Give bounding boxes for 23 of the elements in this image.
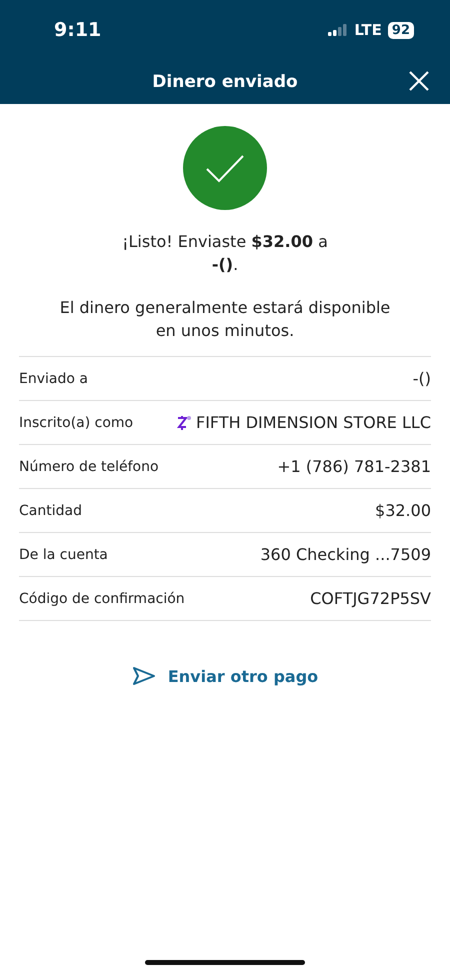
checkmark-icon xyxy=(183,126,267,210)
status-time: 9:11 xyxy=(54,19,102,41)
availability-note: El dinero generalmente estará disponible en unos minutos. xyxy=(58,297,392,342)
detail-label: Inscrito(a) como xyxy=(19,414,134,430)
success-message: ¡Listo! Enviaste $32.00 a -(). xyxy=(121,231,329,276)
detail-value: FIFTH DIMENSION STORE LLC xyxy=(196,413,431,432)
detail-label: Enviado a xyxy=(19,370,88,386)
send-another-payment-link[interactable]: Enviar otro pago xyxy=(126,665,324,687)
battery-level: 92 xyxy=(388,22,414,38)
detail-value: 360 Checking ...7509 xyxy=(260,545,431,564)
zelle-logo-icon xyxy=(176,414,192,430)
detail-value: -() xyxy=(412,369,431,388)
detail-label: Número de teléfono xyxy=(19,458,159,474)
send-icon xyxy=(132,666,156,686)
detail-label: Cantidad xyxy=(19,502,82,518)
network-label: LTE xyxy=(354,21,382,39)
detail-value: COFTJG72P5SV xyxy=(310,589,431,608)
detail-label: Código de confirmación xyxy=(19,590,185,606)
detail-label: De la cuenta xyxy=(19,546,108,562)
detail-value: +1 (786) 781-2381 xyxy=(277,457,431,476)
screen-title: Dinero enviado xyxy=(152,72,298,92)
detail-value: $32.00 xyxy=(375,501,431,520)
signal-icon xyxy=(328,24,348,36)
